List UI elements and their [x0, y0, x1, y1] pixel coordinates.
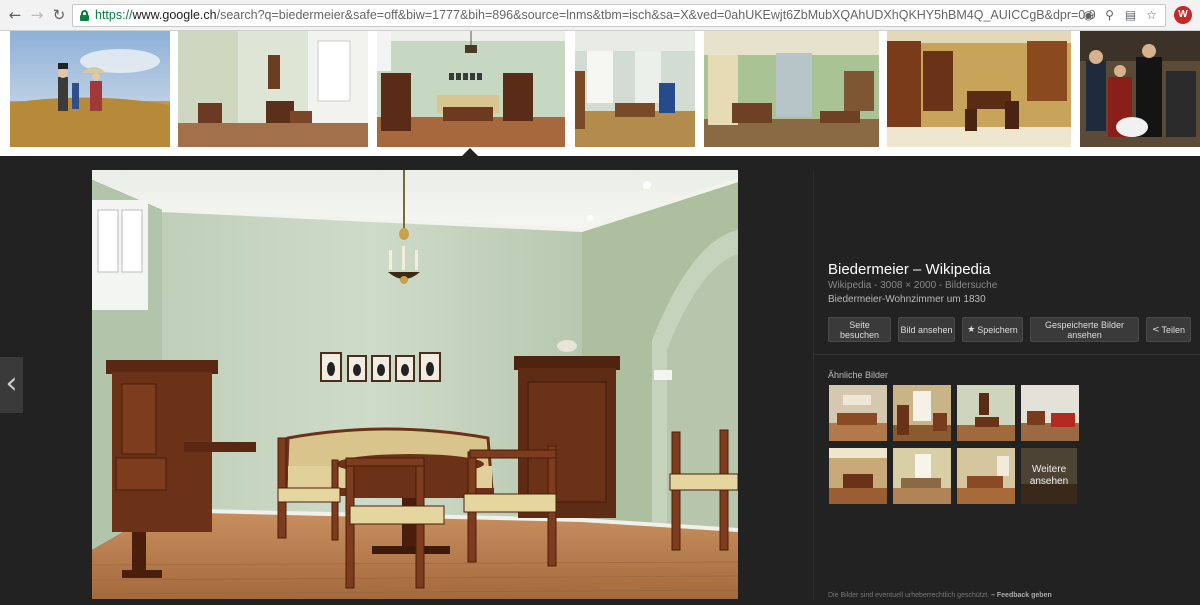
- similar-image-3[interactable]: [957, 385, 1015, 441]
- similar-image-2[interactable]: [893, 385, 951, 441]
- translate-icon[interactable]: ▤: [1123, 8, 1138, 23]
- zoom-icon[interactable]: ⚲: [1102, 8, 1117, 23]
- extension-icon[interactable]: W: [1174, 6, 1192, 24]
- visit-page-label: Seite besuchen: [839, 319, 880, 340]
- save-label: Speichern: [977, 324, 1018, 335]
- selected-thumbnail-caret: [461, 148, 479, 157]
- back-icon[interactable]: ←: [6, 6, 24, 24]
- copyright-notice: Die Bilder sind eventuell urheberrechtli…: [828, 592, 990, 599]
- url-scheme: https://: [95, 8, 133, 22]
- similar-images-heading: Ähnliche Bilder: [828, 370, 889, 380]
- result-meta: Wikipedia - 3008 × 2000 - Bildersuche: [828, 280, 998, 291]
- similar-image-4[interactable]: [1021, 385, 1079, 441]
- thumbnail-blue-room[interactable]: [575, 31, 695, 147]
- camera-icon[interactable]: ◉: [1081, 8, 1096, 23]
- star-icon[interactable]: ☆: [1144, 8, 1159, 23]
- thumbnail-cabinet-room[interactable]: [887, 31, 1071, 147]
- result-title[interactable]: Biedermeier – Wikipedia: [828, 261, 991, 278]
- copyright-footer: Die Bilder sind eventuell urheberrechtli…: [828, 592, 1052, 599]
- result-description: Biedermeier-Wohnzimmer um 1830: [828, 294, 986, 305]
- previous-image-button[interactable]: ‹: [0, 357, 23, 413]
- similar-image-5[interactable]: [829, 448, 887, 504]
- visit-page-button[interactable]: Seite besuchen: [828, 317, 891, 342]
- star-icon: ★: [967, 324, 976, 335]
- panel-divider: [813, 170, 814, 600]
- share-label: Teilen: [1161, 324, 1186, 335]
- address-bar[interactable]: https://www.google.ch/search?q=biedermei…: [72, 4, 1166, 27]
- reload-icon[interactable]: ↻: [50, 6, 68, 24]
- section-separator: [813, 354, 1200, 355]
- similar-image-7[interactable]: [957, 448, 1015, 504]
- share-icon: <: [1151, 324, 1160, 335]
- feedback-link[interactable]: – Feedback geben: [991, 592, 1052, 599]
- url-text[interactable]: https://www.google.ch/search?q=biedermei…: [95, 8, 1095, 22]
- browser-toolbar: ← → ↻ https://www.google.ch/search?q=bie…: [0, 0, 1200, 31]
- url-path: /search?q=biedermeier&safe=off&biw=1777&…: [216, 8, 1095, 22]
- saved-images-button[interactable]: Gespeicherte Bilder ansehen: [1030, 317, 1139, 342]
- forward-icon[interactable]: →: [28, 6, 46, 24]
- share-button[interactable]: < Teilen: [1146, 317, 1191, 342]
- see-more-button[interactable]: Weitere ansehen: [1021, 448, 1077, 504]
- view-image-label: Bild ansehen: [900, 324, 953, 335]
- save-button[interactable]: ★ Speichern: [962, 317, 1023, 342]
- saved-images-label: Gespeicherte Bilder ansehen: [1044, 319, 1125, 340]
- url-host: www.google.ch: [132, 8, 217, 22]
- similar-image-6[interactable]: [893, 448, 951, 504]
- main-image-biedermeier-room[interactable]: [92, 170, 738, 599]
- thumbnail-room-with-mirror[interactable]: [178, 31, 368, 147]
- lock-icon: [80, 10, 89, 21]
- thumbnail-strip: [0, 31, 1200, 156]
- thumbnail-salon-with-sofa[interactable]: [377, 31, 565, 147]
- similar-image-1[interactable]: [829, 385, 887, 441]
- thumbnail-green-room[interactable]: [704, 31, 879, 147]
- view-image-button[interactable]: Bild ansehen: [898, 317, 955, 342]
- see-more-label: Weitere ansehen: [1021, 448, 1077, 504]
- thumbnail-family-portrait[interactable]: [1080, 31, 1200, 147]
- thumbnail-carl-spitzweg-painting[interactable]: [10, 31, 170, 147]
- url-bar-icons: ◉ ⚲ ▤ ☆: [1081, 8, 1159, 23]
